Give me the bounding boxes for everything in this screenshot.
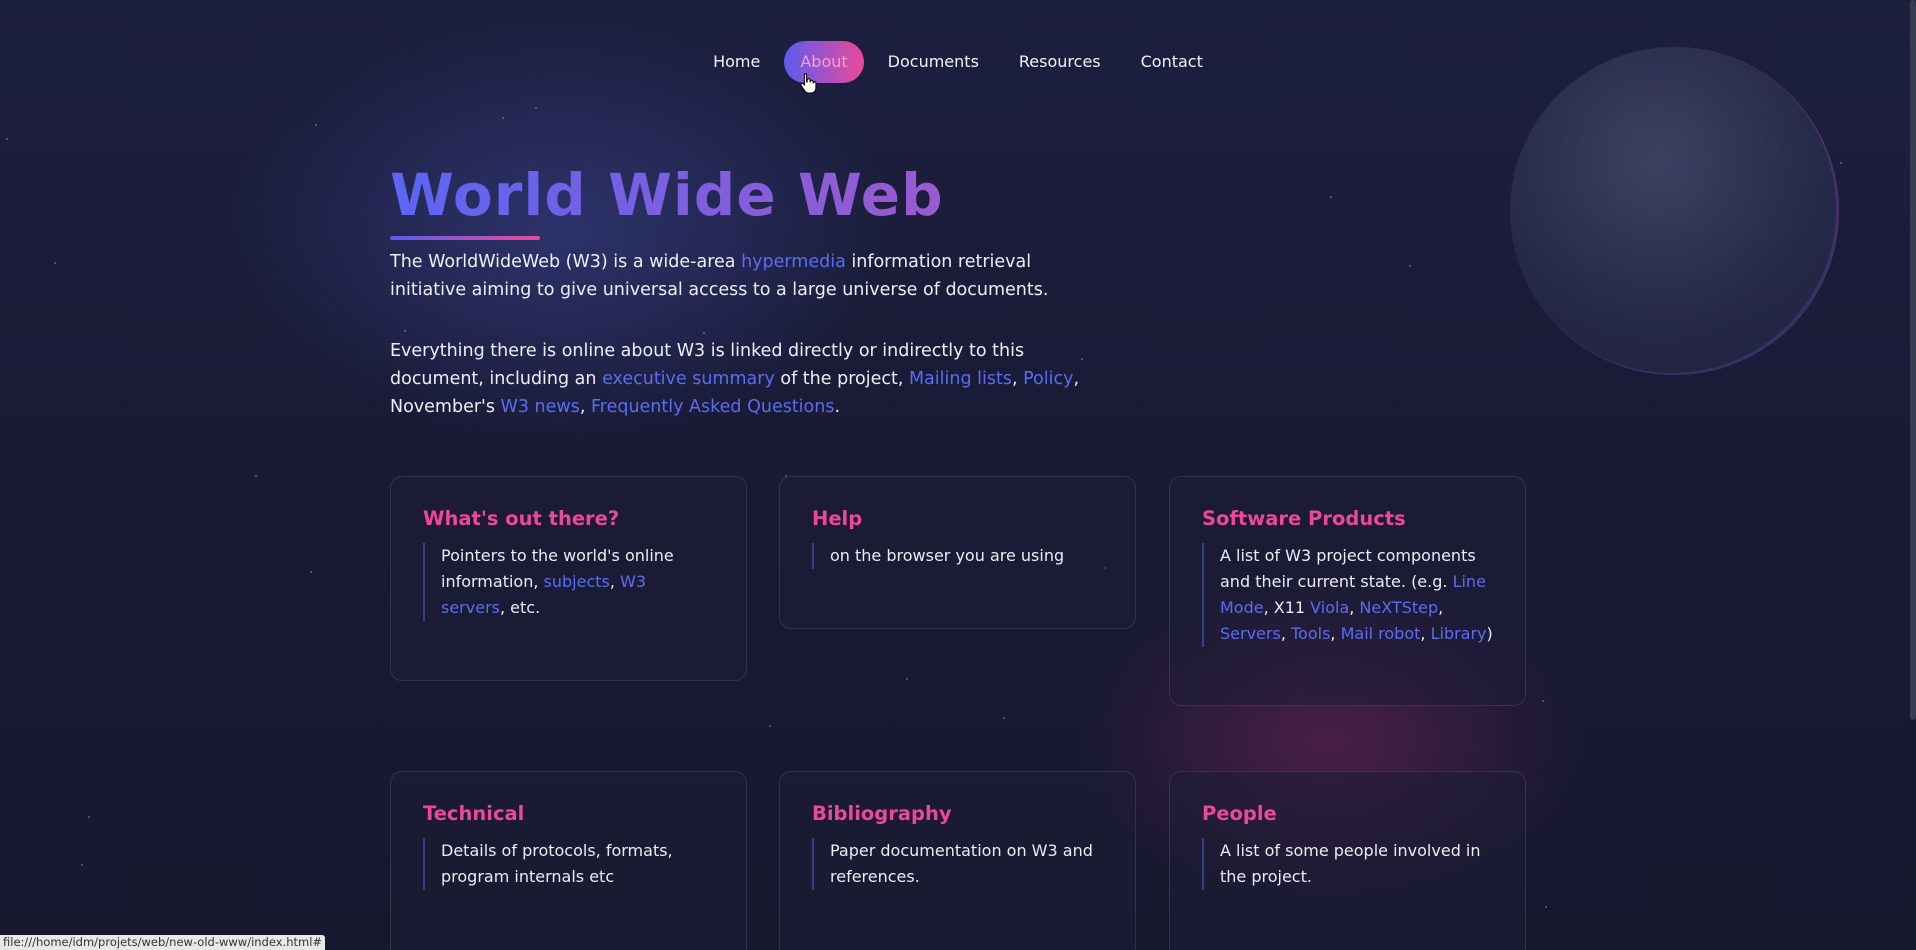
card-title: Bibliography bbox=[812, 802, 952, 825]
link-hypermedia[interactable]: hypermedia bbox=[741, 252, 846, 272]
card-bibliography[interactable]: Bibliography Paper documentation on W3 a… bbox=[779, 771, 1136, 950]
card-body: A list of W3 project components and thei… bbox=[1202, 543, 1493, 647]
card-body: Details of protocols, formats, program i… bbox=[423, 838, 714, 890]
separator: , bbox=[1011, 369, 1024, 389]
card-title: Technical bbox=[423, 802, 525, 825]
separator: , bbox=[1349, 598, 1360, 617]
intro-text-segment: of the project, bbox=[774, 369, 909, 389]
link-faq[interactable]: Frequently Asked Questions bbox=[591, 397, 835, 417]
nav-documents[interactable]: Documents bbox=[872, 41, 995, 83]
card-body: Pointers to the world's online informati… bbox=[423, 543, 714, 621]
card-title: What's out there? bbox=[423, 507, 620, 530]
nav-home[interactable]: Home bbox=[697, 41, 776, 83]
nav-contact[interactable]: Contact bbox=[1125, 41, 1219, 83]
card-text: , X11 bbox=[1263, 598, 1311, 617]
card-help[interactable]: Help on the browser you are using bbox=[779, 476, 1136, 629]
link-executive-summary[interactable]: executive summary bbox=[602, 369, 775, 389]
hero-section: World Wide Web The WorldWideWeb (W3) is … bbox=[390, 160, 1110, 421]
intro-paragraph-1: The WorldWideWeb (W3) is a wide-area hyp… bbox=[390, 248, 1110, 304]
card-people[interactable]: People A list of some people involved in… bbox=[1169, 771, 1526, 950]
separator: , bbox=[609, 572, 621, 591]
separator: , bbox=[1330, 624, 1341, 643]
nav-resources[interactable]: Resources bbox=[1003, 41, 1117, 83]
separator: . bbox=[834, 397, 841, 417]
link-viola[interactable]: Viola bbox=[1310, 598, 1349, 617]
nav-about[interactable]: About bbox=[784, 41, 864, 83]
card-whats-out-there[interactable]: What's out there? Pointers to the world'… bbox=[390, 476, 747, 681]
separator: , bbox=[1438, 598, 1444, 617]
card-software-products[interactable]: Software Products A list of W3 project c… bbox=[1169, 476, 1526, 706]
link-w3-news[interactable]: W3 news bbox=[501, 397, 580, 417]
link-tools[interactable]: Tools bbox=[1291, 624, 1330, 643]
status-bar-url: file:///home/idm/projets/web/new-old-www… bbox=[0, 935, 326, 950]
title-underline bbox=[390, 236, 540, 240]
link-servers[interactable]: Servers bbox=[1220, 624, 1281, 643]
card-text: A list of W3 project components and thei… bbox=[1220, 546, 1476, 591]
card-body: A list of some people involved in the pr… bbox=[1202, 838, 1493, 890]
intro-text: The WorldWideWeb (W3) is a wide-area hyp… bbox=[390, 248, 1110, 421]
link-mail-robot[interactable]: Mail robot bbox=[1341, 624, 1421, 643]
card-body: on the browser you are using bbox=[812, 543, 1103, 569]
separator: , bbox=[1420, 624, 1431, 643]
card-body: Paper documentation on W3 and references… bbox=[812, 838, 1103, 890]
scrollbar[interactable] bbox=[1910, 0, 1916, 720]
link-nextstep[interactable]: NeXTStep bbox=[1359, 598, 1438, 617]
decorative-orb bbox=[1510, 47, 1838, 375]
intro-paragraph-2: Everything there is online about W3 is l… bbox=[390, 337, 1110, 421]
page-title: World Wide Web bbox=[390, 161, 944, 229]
link-policy[interactable]: Policy bbox=[1023, 369, 1073, 389]
card-title: Help bbox=[812, 507, 863, 530]
intro-text-segment: The WorldWideWeb (W3) is a wide-area bbox=[390, 252, 742, 272]
link-library[interactable]: Library bbox=[1431, 624, 1487, 643]
card-technical[interactable]: Technical Details of protocols, formats,… bbox=[390, 771, 747, 950]
card-title: Software Products bbox=[1202, 507, 1406, 530]
separator: , bbox=[1280, 624, 1291, 643]
link-subjects[interactable]: subjects bbox=[544, 572, 610, 591]
separator: , bbox=[579, 397, 591, 417]
hand-pointer-icon bbox=[800, 73, 817, 94]
main-nav: Home About Documents Resources Contact bbox=[0, 41, 1916, 83]
card-title: People bbox=[1202, 802, 1277, 825]
separator: ) bbox=[1486, 624, 1493, 643]
card-text: , etc. bbox=[499, 598, 541, 617]
link-mailing-lists[interactable]: Mailing lists bbox=[909, 369, 1012, 389]
